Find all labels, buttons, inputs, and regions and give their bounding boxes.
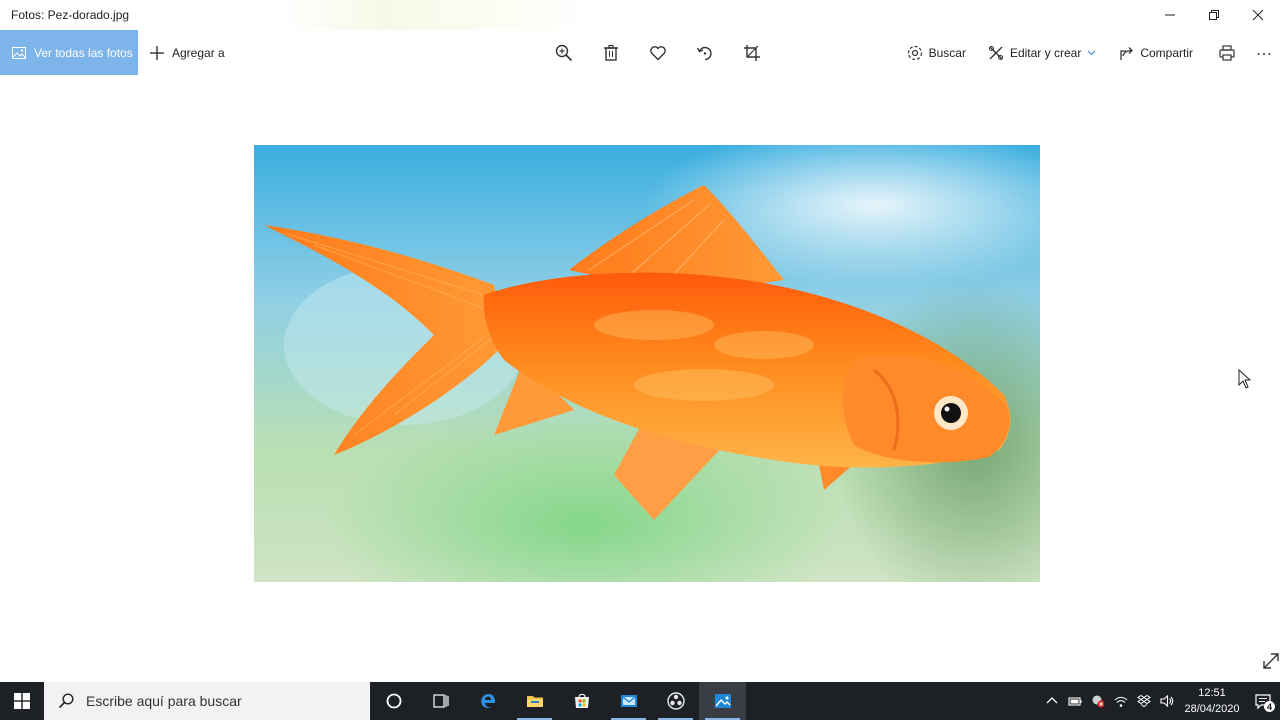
antivirus-tray[interactable]	[1086, 682, 1109, 720]
maximize-button[interactable]	[1192, 0, 1236, 30]
cortana-button[interactable]	[370, 682, 417, 720]
add-to-label: Agregar a	[172, 45, 225, 60]
search-placeholder: Escribe aquí para buscar	[86, 693, 242, 709]
search-label: Buscar	[928, 45, 966, 60]
zoom-in-icon	[555, 44, 572, 61]
show-hidden-icons-button[interactable]	[1040, 682, 1063, 720]
dropbox-icon	[1136, 694, 1151, 708]
mail-button[interactable]	[605, 682, 652, 720]
windows-logo-icon	[14, 693, 30, 709]
more-icon	[1257, 52, 1271, 55]
chevron-up-icon	[1046, 697, 1057, 704]
network-tray[interactable]	[1109, 682, 1132, 720]
obs-button[interactable]	[652, 682, 699, 720]
battery-icon	[1067, 697, 1081, 706]
volume-icon	[1159, 694, 1173, 708]
battery-tray[interactable]	[1063, 682, 1086, 720]
crop-button[interactable]	[728, 30, 775, 75]
action-center-button[interactable]: 4	[1246, 682, 1280, 720]
system-tray: 12:51 28/04/2020 4	[1040, 682, 1280, 720]
antivirus-icon	[1092, 695, 1104, 708]
mail-icon	[620, 695, 637, 707]
window-title: Fotos: Pez-dorado.jpg	[11, 8, 130, 22]
dropbox-tray[interactable]	[1132, 682, 1155, 720]
store-icon	[574, 693, 589, 708]
edit-icon	[988, 45, 1003, 60]
goldfish-image	[254, 145, 1040, 582]
center-tools	[540, 30, 775, 75]
file-explorer-icon	[526, 696, 543, 707]
delete-icon	[603, 44, 618, 61]
visual-search-icon	[907, 45, 922, 60]
store-button[interactable]	[558, 682, 605, 720]
notification-count-badge: 4	[1264, 701, 1275, 712]
obs-icon	[666, 692, 685, 710]
chevron-down-icon	[1087, 50, 1096, 56]
start-button[interactable]	[0, 682, 44, 720]
close-icon	[1252, 9, 1264, 21]
edit-create-button[interactable]: Editar y crear	[977, 30, 1107, 75]
search-button[interactable]: Buscar	[896, 30, 977, 75]
clock-time: 12:51	[1198, 687, 1226, 699]
photos-gallery-icon	[12, 46, 26, 59]
more-button[interactable]	[1250, 30, 1280, 75]
cortana-icon	[386, 693, 401, 709]
view-all-photos-button[interactable]: Ver todas las fotos	[0, 30, 138, 75]
rotate-icon	[696, 46, 712, 60]
view-all-photos-label: Ver todas las fotos	[34, 45, 133, 60]
add-to-button[interactable]: Agregar a	[138, 30, 225, 75]
photo-viewer[interactable]	[254, 145, 1040, 582]
print-button[interactable]	[1204, 30, 1250, 75]
edge-icon	[480, 694, 495, 708]
share-label: Compartir	[1140, 45, 1193, 60]
toolbar: Ver todas las fotos Agregar a Buscar Edi…	[0, 30, 1280, 75]
file-explorer-button[interactable]	[511, 682, 558, 720]
mouse-cursor-icon	[1238, 369, 1252, 389]
edit-create-label: Editar y crear	[1009, 45, 1082, 60]
clock[interactable]: 12:51 28/04/2020	[1178, 685, 1246, 717]
network-icon	[1114, 696, 1127, 707]
clock-date: 28/04/2020	[1184, 703, 1240, 715]
fullscreen-icon[interactable]	[1261, 651, 1280, 671]
printer-icon	[1219, 44, 1235, 61]
plus-icon	[150, 45, 164, 60]
search-icon	[58, 693, 74, 709]
edge-button[interactable]	[464, 682, 511, 720]
taskbar-search[interactable]: Escribe aquí para buscar	[44, 682, 370, 720]
zoom-button[interactable]	[540, 30, 587, 75]
close-button[interactable]	[1236, 0, 1280, 30]
share-icon	[1120, 46, 1134, 60]
minimize-icon	[1165, 14, 1175, 16]
favorite-button[interactable]	[634, 30, 681, 75]
heart-icon	[649, 45, 666, 60]
photos-button[interactable]	[699, 682, 746, 720]
right-tools: Buscar Editar y crear Compartir	[896, 30, 1280, 75]
title-bar: Fotos: Pez-dorado.jpg	[0, 0, 1280, 30]
taskbar: Escribe aquí para buscar 12:51 28/04/202…	[0, 682, 1280, 720]
volume-tray[interactable]	[1155, 682, 1178, 720]
rotate-button[interactable]	[681, 30, 728, 75]
crop-icon	[743, 44, 760, 61]
delete-button[interactable]	[587, 30, 634, 75]
maximize-icon	[1209, 10, 1219, 20]
share-button[interactable]: Compartir	[1107, 30, 1204, 75]
minimize-button[interactable]	[1148, 0, 1192, 30]
task-view-icon	[432, 694, 449, 708]
photos-icon	[714, 694, 731, 708]
task-view-button[interactable]	[417, 682, 464, 720]
